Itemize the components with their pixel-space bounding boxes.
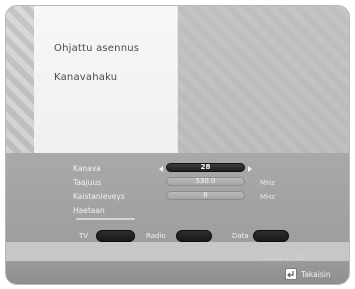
menu-item-channel-scan[interactable]: Kanavahaku — [54, 72, 117, 83]
return-arrow-icon — [285, 268, 297, 280]
back-button[interactable]: Takaisin — [285, 268, 331, 280]
triangle-right-icon[interactable] — [248, 166, 252, 172]
bandwidth-unit: MHz — [260, 193, 275, 201]
data-count-pill — [253, 230, 289, 242]
channel-label: Kanava — [73, 164, 101, 173]
radio-label: Radio — [146, 232, 166, 240]
tv-screen-frame: Ohjattu asennus Kanavahaku Kanava 28 Taa… — [5, 5, 350, 285]
tv-count-pill — [96, 230, 135, 242]
triangle-left-icon[interactable] — [159, 166, 163, 172]
menu-item-guided-install[interactable]: Ohjattu asennus — [54, 43, 139, 54]
back-label: Takaisin — [301, 269, 331, 279]
right-panel — [177, 6, 349, 153]
installation-menu: Ohjattu asennus Kanavahaku — [34, 6, 178, 153]
scanning-label: Haetaan — [73, 206, 105, 215]
frequency-label: Taajuus — [73, 178, 102, 187]
channel-field[interactable]: 28 — [166, 163, 245, 172]
radio-count-pill — [176, 230, 212, 242]
tv-label: TV — [79, 232, 89, 240]
bandwidth-field[interactable]: 8 — [166, 191, 245, 200]
frequency-unit: MHz — [260, 179, 275, 187]
scan-progress — [76, 218, 135, 220]
data-label: Data — [232, 232, 249, 240]
frequency-field[interactable]: 530.0 — [166, 177, 245, 186]
bandwidth-label: Kaistanleveys — [73, 192, 125, 201]
